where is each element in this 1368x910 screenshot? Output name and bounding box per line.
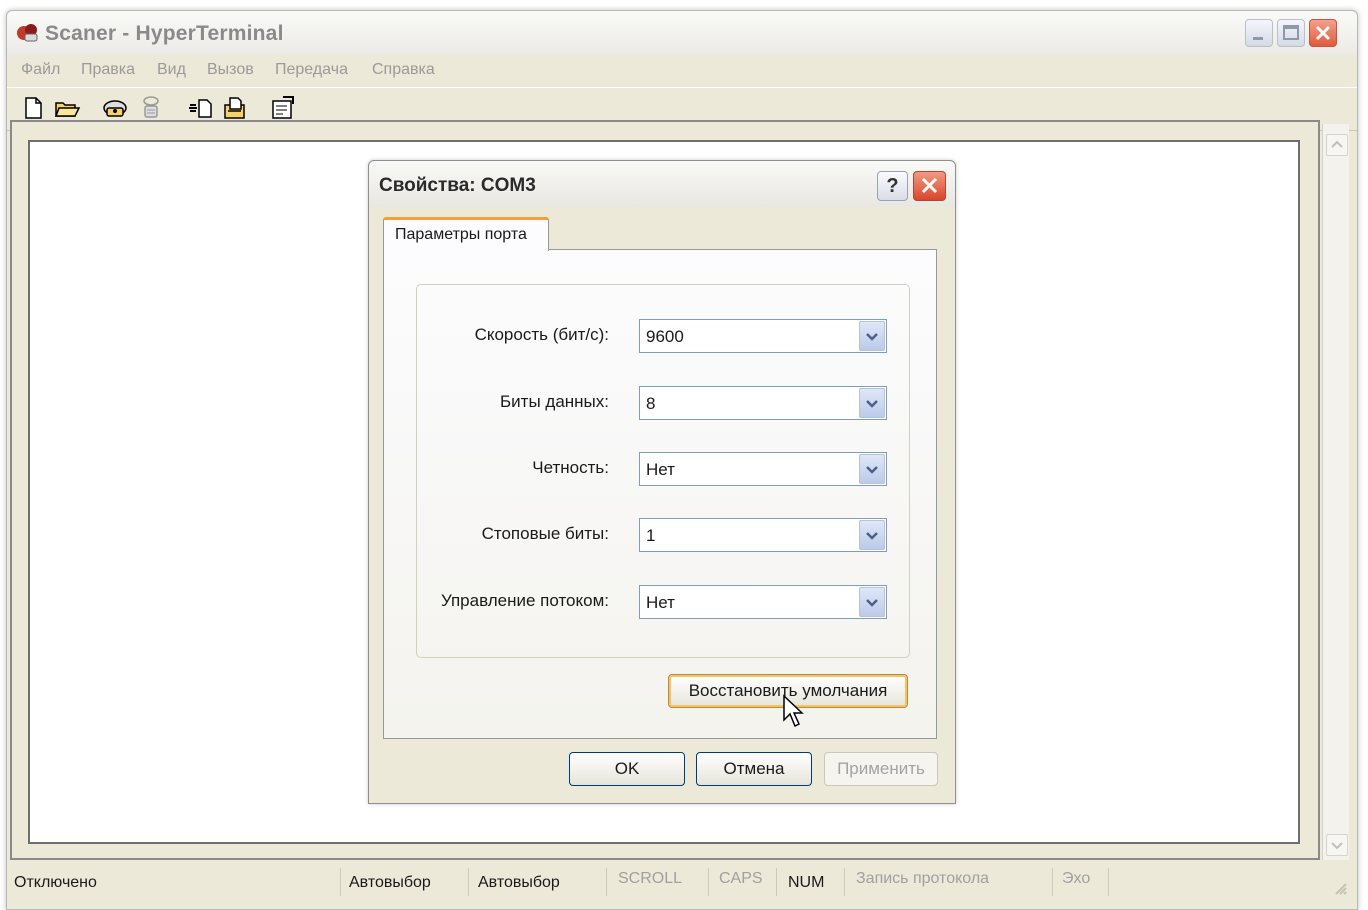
menu-edit[interactable]: Правка bbox=[81, 61, 135, 79]
chevron-down-icon bbox=[866, 466, 878, 474]
menu-help[interactable]: Справка bbox=[372, 61, 435, 79]
chevron-down-icon bbox=[1331, 842, 1343, 850]
resize-grip-icon[interactable] bbox=[1332, 880, 1348, 896]
menu-file[interactable]: Файл bbox=[21, 61, 60, 79]
menu-view[interactable]: Вид bbox=[157, 61, 186, 79]
status-separator bbox=[468, 868, 469, 896]
vertical-scrollbar[interactable] bbox=[1322, 124, 1349, 860]
menu-call[interactable]: Вызов bbox=[207, 61, 254, 79]
flow-control-select[interactable]: Нет bbox=[639, 585, 887, 619]
mouse-cursor-icon bbox=[783, 694, 804, 728]
status-capture: Запись протокола bbox=[856, 870, 990, 887]
window-title: Scaner - HyperTerminal bbox=[45, 22, 284, 45]
new-file-icon[interactable] bbox=[19, 94, 47, 122]
status-separator bbox=[1108, 868, 1109, 896]
status-echo: Эхо bbox=[1062, 870, 1091, 887]
close-icon bbox=[921, 177, 938, 194]
help-icon: ? bbox=[886, 175, 899, 197]
baud-rate-label: Скорость (бит/с): bbox=[474, 325, 609, 344]
baud-rate-dropdown-button[interactable] bbox=[859, 321, 885, 351]
status-caps: CAPS bbox=[719, 870, 763, 887]
dialog-close-button[interactable] bbox=[913, 171, 946, 201]
title-bar[interactable]: Scaner - HyperTerminal bbox=[7, 11, 1357, 55]
scroll-up-button[interactable] bbox=[1326, 134, 1348, 156]
send-file-icon[interactable] bbox=[187, 94, 215, 122]
disconnect-icon[interactable] bbox=[137, 94, 165, 122]
receive-file-icon[interactable] bbox=[221, 94, 249, 122]
port-settings-group: Скорость (бит/с): 9600 Биты данных: 8 Че… bbox=[416, 284, 910, 658]
stop-bits-dropdown-button[interactable] bbox=[859, 520, 885, 550]
status-bar: Отключено Автовыбор Автовыбор SCROLL CAP… bbox=[6, 866, 1356, 898]
cancel-button[interactable]: Отмена bbox=[696, 752, 812, 786]
port-properties-dialog: Свойства: COM3 ? Параметры порта Скорост… bbox=[368, 160, 956, 804]
status-num: NUM bbox=[788, 874, 825, 891]
tab-label: Параметры порта bbox=[395, 226, 527, 243]
hyperterminal-app-icon bbox=[17, 24, 38, 42]
chevron-down-icon bbox=[866, 599, 878, 607]
tab-panel: Скорость (бит/с): 9600 Биты данных: 8 Че… bbox=[383, 249, 937, 739]
data-bits-select[interactable]: 8 bbox=[639, 386, 887, 420]
parity-label: Четность: bbox=[532, 458, 609, 477]
apply-button[interactable]: Применить bbox=[824, 752, 938, 786]
baud-rate-select[interactable]: 9600 bbox=[639, 319, 887, 353]
maximize-button[interactable] bbox=[1277, 19, 1305, 47]
status-separator bbox=[844, 868, 845, 896]
stop-bits-label: Стоповые биты: bbox=[481, 524, 609, 543]
flow-control-dropdown-button[interactable] bbox=[859, 587, 885, 617]
properties-icon[interactable] bbox=[269, 94, 297, 122]
status-separator bbox=[708, 868, 709, 896]
data-bits-dropdown-button[interactable] bbox=[859, 388, 885, 418]
ok-button[interactable]: OK bbox=[569, 752, 685, 786]
open-folder-icon[interactable] bbox=[53, 94, 81, 122]
flow-control-label: Управление потоком: bbox=[440, 591, 609, 610]
data-bits-value: 8 bbox=[646, 394, 656, 413]
menu-transfer[interactable]: Передача bbox=[275, 61, 348, 79]
parity-select[interactable]: Нет bbox=[639, 452, 887, 486]
status-separator bbox=[340, 868, 341, 896]
status-scroll: SCROLL bbox=[618, 870, 683, 887]
parity-value: Нет bbox=[646, 460, 675, 479]
status-separator bbox=[776, 868, 777, 896]
chevron-down-icon bbox=[866, 532, 878, 540]
call-phone-icon[interactable] bbox=[101, 94, 129, 122]
stop-bits-select[interactable]: 1 bbox=[639, 518, 887, 552]
chevron-down-icon bbox=[866, 333, 878, 341]
close-icon bbox=[1315, 25, 1331, 41]
status-connection: Отключено bbox=[14, 874, 97, 891]
minimize-icon bbox=[1253, 37, 1263, 40]
help-button[interactable]: ? bbox=[877, 171, 908, 201]
tab-port-settings[interactable]: Параметры порта bbox=[383, 217, 549, 251]
dialog-title-bar[interactable]: Свойства: COM3 ? bbox=[369, 161, 955, 207]
data-bits-label: Биты данных: bbox=[500, 392, 609, 411]
status-autodetect-1: Автовыбор bbox=[349, 874, 431, 891]
status-separator bbox=[1052, 868, 1053, 896]
scroll-down-button[interactable] bbox=[1326, 834, 1348, 856]
baud-rate-value: 9600 bbox=[646, 327, 684, 346]
status-separator bbox=[606, 868, 607, 896]
maximize-icon bbox=[1283, 25, 1299, 40]
flow-control-value: Нет bbox=[646, 593, 675, 612]
parity-dropdown-button[interactable] bbox=[859, 454, 885, 484]
dialog-title: Свойства: COM3 bbox=[379, 175, 536, 196]
chevron-up-icon bbox=[1331, 140, 1343, 148]
chevron-down-icon bbox=[866, 400, 878, 408]
menu-bar: Файл Правка Вид Вызов Передача Справка bbox=[7, 57, 1357, 83]
close-button[interactable] bbox=[1309, 19, 1337, 47]
status-autodetect-2: Автовыбор bbox=[478, 874, 560, 891]
stop-bits-value: 1 bbox=[646, 526, 656, 545]
minimize-button[interactable] bbox=[1245, 19, 1273, 47]
